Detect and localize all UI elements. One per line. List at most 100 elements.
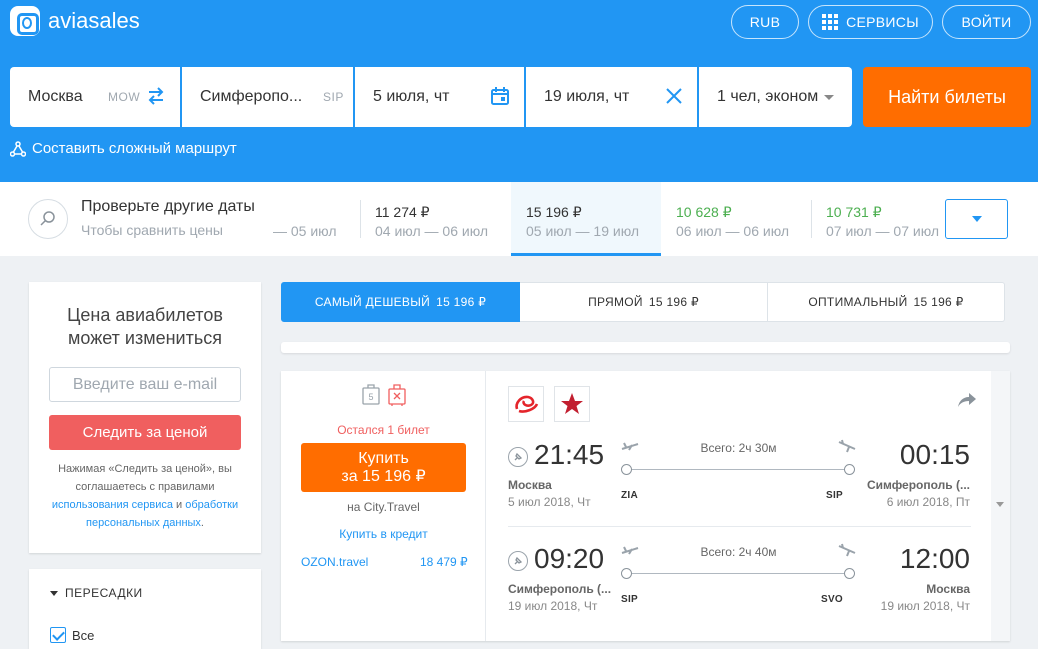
calendar-icon[interactable] xyxy=(490,86,510,106)
buy-price: за 15 196 ₽ xyxy=(341,468,426,485)
depart-date-field[interactable]: 5 июля, чт xyxy=(355,67,524,127)
services-button[interactable]: СЕРВИСЫ xyxy=(808,5,933,39)
date-cell[interactable]: 11 274 ₽ 04 июл — 06 июл xyxy=(360,182,510,256)
date-cell[interactable]: 10 731 ₽ 07 июл — 07 июл xyxy=(811,182,940,256)
departure-time: 09:20 xyxy=(534,543,605,574)
notice-end: . xyxy=(200,517,204,529)
buy-label: Купить xyxy=(358,450,409,467)
origin-field[interactable]: Москва MOW xyxy=(10,67,180,127)
buy-button[interactable]: Купить за 15 196 ₽ xyxy=(301,443,466,492)
strip-expand-button[interactable] xyxy=(945,199,1008,239)
strip-title: Проверьте другие даты xyxy=(81,198,255,215)
passengers-field[interactable]: 1 чел, эконом xyxy=(699,67,852,127)
route-icon xyxy=(10,140,26,157)
date-cell[interactable]: — 05 июл xyxy=(270,182,337,256)
tab-label: САМЫЙ ДЕШЕВЫЙ xyxy=(314,295,431,309)
filter-all-label: Все xyxy=(72,627,95,643)
date-cell-dates: 06 июл — 06 июл xyxy=(676,223,790,239)
date-cell-price: 15 196 ₽ xyxy=(526,204,582,220)
ticket-expand-handle[interactable] xyxy=(991,371,1010,641)
tab-cheapest[interactable]: САМЫЙ ДЕШЕВЫЙ 15 196 ₽ xyxy=(281,282,520,322)
swap-icon[interactable] xyxy=(146,86,166,106)
arrival-time: 00:15 xyxy=(899,439,970,470)
alt-agent-price[interactable]: 18 479 ₽ xyxy=(420,555,468,569)
transfers-filter-toggle[interactable]: ПЕРЕСАДКИ xyxy=(50,586,143,600)
divider xyxy=(360,200,361,238)
subscribe-title: Цена авиабилетов может измениться xyxy=(29,304,261,350)
route-line xyxy=(627,573,849,574)
airline-logo-icon xyxy=(515,395,539,413)
destination-code: SIP xyxy=(323,90,344,104)
buy-credit-link[interactable]: Купить в кредит xyxy=(281,527,486,541)
subscribe-notice: Нажимая «Следить за ценой», вы соглашает… xyxy=(47,460,243,532)
sort-tabs: САМЫЙ ДЕШЕВЫЙ 15 196 ₽ ПРЯМОЙ 15 196 ₽ ОПТ… xyxy=(281,282,1005,322)
strip-search-button[interactable] xyxy=(28,199,68,239)
no-baggage-icon xyxy=(388,384,406,406)
subscribe-title-line: может измениться xyxy=(68,328,222,348)
tickets-left-notice: Остался 1 билет xyxy=(337,423,430,437)
complex-route-label: Составить сложный маршрут xyxy=(32,140,237,157)
tab-label: ОПТИМАЛЬНЫЙ xyxy=(808,295,908,309)
results-bar xyxy=(281,342,1010,353)
strip-subtitle: Чтобы сравнить цены xyxy=(81,222,223,238)
alt-agent-link[interactable]: OZON.travel xyxy=(301,555,368,569)
subscribe-title-line: Цена авиабилетов xyxy=(67,305,223,325)
arrival-city: Москва xyxy=(926,582,970,596)
filter-all-checkbox[interactable]: Все xyxy=(50,627,94,643)
passengers-value: 1 чел, эконом xyxy=(717,88,819,105)
landing-icon xyxy=(838,439,856,453)
baggage-info: 5 xyxy=(361,383,407,407)
departure-time: 21:45 xyxy=(534,439,605,470)
date-cell-dates: 04 июл — 06 июл xyxy=(375,223,489,239)
transfers-title: ПЕРЕСАДКИ xyxy=(65,586,143,600)
track-price-button[interactable]: Следить за ценой xyxy=(49,415,241,450)
pin-glyph-icon xyxy=(514,556,523,565)
tab-optimal[interactable]: ОПТИМАЛЬНЫЙ 15 196 ₽ xyxy=(768,282,1005,322)
date-cell[interactable]: 10 628 ₽ 06 июл — 06 июл xyxy=(661,182,811,256)
pin-icon[interactable] xyxy=(508,551,528,571)
destination-field[interactable]: Симферопо... SIP xyxy=(182,67,353,127)
arrival-airport-code: SVO xyxy=(820,594,843,605)
email-input[interactable]: Введите ваш e-mail xyxy=(49,367,241,402)
date-cell-price: 11 274 ₽ xyxy=(375,204,430,220)
depart-date-value: 5 июля, чт xyxy=(373,88,450,105)
bag-count: 5 xyxy=(368,392,373,402)
complex-route-link[interactable]: Составить сложный маршрут xyxy=(10,140,237,157)
clear-icon[interactable] xyxy=(665,87,683,105)
date-cell-selected[interactable]: 15 196 ₽ 05 июл — 19 июл xyxy=(511,182,661,256)
return-date-field[interactable]: 19 июля, чт xyxy=(526,67,697,127)
tab-direct[interactable]: ПРЯМОЙ 15 196 ₽ xyxy=(520,282,768,322)
share-icon[interactable] xyxy=(957,391,977,409)
arrival-airport-code: SIP xyxy=(825,490,843,501)
departure-date: 5 июл 2018, Чт xyxy=(508,495,591,509)
seller-name: на City.Travel xyxy=(347,500,420,514)
currency-button[interactable]: RUB xyxy=(731,5,799,39)
airline-logo xyxy=(554,386,590,422)
hand-luggage-icon: 5 xyxy=(362,384,380,405)
chevron-down-icon xyxy=(996,502,1004,507)
logo-text: aviasales xyxy=(48,8,140,33)
tab-price: 15 196 ₽ xyxy=(913,295,964,309)
transfers-filter-card: ПЕРЕСАДКИ Все xyxy=(29,569,261,649)
pin-icon[interactable] xyxy=(508,447,528,467)
tab-price: 15 196 ₽ xyxy=(436,295,487,309)
total-duration: Всего: 2ч 30м xyxy=(700,441,777,455)
terms-link[interactable]: использования сервиса xyxy=(52,499,173,511)
landing-icon xyxy=(838,543,856,557)
date-cell-dates: 05 июл — 19 июл xyxy=(526,223,640,239)
date-price-strip: Проверьте другие даты Чтобы сравнить цен… xyxy=(0,182,1038,256)
date-cell-price: 10 731 ₽ xyxy=(826,204,882,220)
tab-price: 15 196 ₽ xyxy=(648,295,699,309)
checkbox-checked-icon xyxy=(50,627,66,643)
notice-text: Нажимая «Следить за ценой», вы соглашает… xyxy=(58,463,232,493)
route-dot xyxy=(621,568,632,579)
login-button[interactable]: ВОЙТИ xyxy=(942,5,1031,39)
logo[interactable]: aviasales xyxy=(10,6,140,36)
search-icon xyxy=(40,211,55,226)
find-tickets-button[interactable]: Найти билеты xyxy=(863,67,1031,127)
airline-logo xyxy=(508,386,544,422)
origin-code: MOW xyxy=(108,90,141,104)
flight-segment-outbound: 21:45 Москва 5 июл 2018, Чт Всего: 2ч 30… xyxy=(487,435,991,535)
chevron-down-icon xyxy=(50,590,58,596)
flight-route: Всего: 2ч 40м SIP SVO xyxy=(621,539,856,605)
